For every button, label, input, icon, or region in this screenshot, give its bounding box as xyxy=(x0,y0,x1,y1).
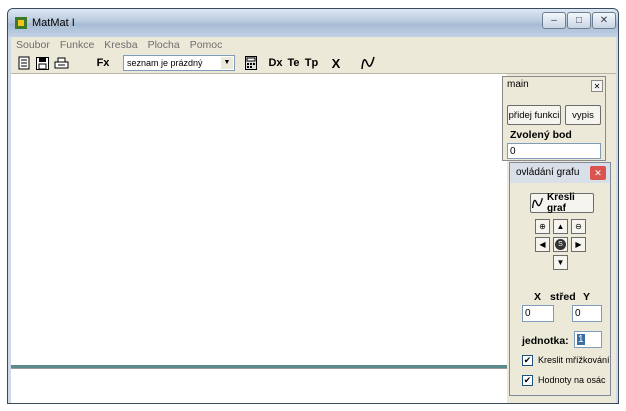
list-button[interactable]: vypis xyxy=(565,105,601,125)
checkmark-icon: ✔ xyxy=(523,355,532,365)
dx-label: Dx xyxy=(268,57,283,69)
close-button[interactable]: ✕ xyxy=(592,12,616,29)
main-panel: main ✕ přidej funkci vypis Zvolený bod 0 xyxy=(502,76,606,161)
draw-graph-label: Kresli graf xyxy=(547,192,575,214)
function-select-value: seznam je prázdný xyxy=(127,58,203,68)
graph-panel-title-bar[interactable]: ovládání grafu ✕ xyxy=(510,163,610,183)
minimize-button[interactable]: – xyxy=(542,12,566,29)
arrow-left-icon: ◀ xyxy=(539,240,546,249)
move-down-button[interactable]: ▼ xyxy=(553,255,568,270)
print-button[interactable] xyxy=(53,55,69,71)
title-bar[interactable]: MatMat I – □ ✕ xyxy=(8,9,618,37)
output-area[interactable] xyxy=(11,368,507,403)
close-icon: ✕ xyxy=(594,167,602,178)
tp-button[interactable]: Tp xyxy=(304,55,319,71)
y-label: Y xyxy=(583,291,591,303)
close-icon: ✕ xyxy=(593,81,601,91)
menu-kresba[interactable]: Kresba xyxy=(99,39,142,51)
graph-panel-close-button[interactable]: ✕ xyxy=(590,166,606,180)
calculator-icon xyxy=(245,56,257,70)
zoom-in-button[interactable]: ⊕ xyxy=(535,219,550,234)
menu-soubor[interactable]: Soubor xyxy=(11,39,55,51)
unit-label: jednotka: xyxy=(522,335,569,347)
main-panel-close-button[interactable]: ✕ xyxy=(591,80,603,92)
graph-control-panel: ovládání grafu ✕ Kresli graf ⊕ ▲ ⊖ ◀ S ▶… xyxy=(509,162,611,396)
zoom-out-icon: ⊖ xyxy=(575,222,582,231)
unit-value: 1 xyxy=(577,334,585,345)
maximize-icon: □ xyxy=(575,15,583,26)
fx-label: Fx xyxy=(96,57,110,69)
move-up-button[interactable]: ▲ xyxy=(553,219,568,234)
list-label: vypis xyxy=(572,109,594,121)
menu-plocha[interactable]: Plocha xyxy=(143,39,185,51)
axis-values-checkbox[interactable]: ✔ xyxy=(522,375,533,386)
move-right-button[interactable]: ▶ xyxy=(571,237,586,252)
graph-icon xyxy=(361,56,375,70)
center-x-input[interactable]: 0 xyxy=(522,305,554,322)
derivative-button[interactable]: Dx xyxy=(268,55,283,71)
main-panel-title: main xyxy=(507,79,529,90)
save-icon xyxy=(35,56,49,70)
center-icon: S xyxy=(555,239,566,250)
clear-button[interactable]: X xyxy=(329,55,343,71)
graph-canvas[interactable] xyxy=(11,74,507,365)
grid-checkbox[interactable]: ✔ xyxy=(522,355,533,366)
app-icon xyxy=(15,17,27,29)
new-file-button[interactable] xyxy=(17,55,31,71)
arrow-up-icon: ▲ xyxy=(556,222,565,231)
center-y-input[interactable]: 0 xyxy=(572,305,602,322)
menu-funkce[interactable]: Funkce xyxy=(55,39,99,51)
close-icon: ✕ xyxy=(599,15,609,26)
function-select[interactable]: seznam je prázdný ▼ xyxy=(123,55,235,71)
zoom-out-button[interactable]: ⊖ xyxy=(571,219,586,234)
selected-point-input[interactable]: 0 xyxy=(507,143,601,159)
unit-input[interactable]: 1 xyxy=(574,331,602,348)
draw-graph-button[interactable]: Kresli graf xyxy=(530,192,594,214)
center-button[interactable]: S xyxy=(553,237,568,252)
new-file-icon xyxy=(18,56,30,70)
graph-icon xyxy=(531,197,544,208)
add-function-label: přidej funkci xyxy=(508,109,560,121)
arrow-right-icon: ▶ xyxy=(575,240,582,249)
selected-point-label: Zvolený bod xyxy=(510,129,572,141)
arrow-down-icon: ▼ xyxy=(556,258,565,267)
center-label: střed xyxy=(550,291,576,303)
x-label: X xyxy=(534,291,542,303)
print-icon xyxy=(54,57,68,68)
calculator-button[interactable] xyxy=(244,55,258,71)
grid-checkbox-label: Kreslit mřížkování xyxy=(538,355,610,365)
maximize-button[interactable]: □ xyxy=(567,12,591,29)
axis-values-checkbox-label: Hodnoty na osác xyxy=(538,375,606,385)
zoom-in-icon: ⊕ xyxy=(539,222,546,231)
toolbar: Fx seznam je prázdný ▼ Dx Te Tp X xyxy=(11,52,616,74)
tp-label: Tp xyxy=(304,57,319,69)
chevron-down-icon[interactable]: ▼ xyxy=(221,57,233,69)
fx-button[interactable]: Fx xyxy=(95,55,111,71)
draw-graph-toolbar-button[interactable] xyxy=(359,55,377,71)
checkmark-icon: ✔ xyxy=(523,375,532,385)
window-title: MatMat I xyxy=(32,17,75,29)
save-button[interactable] xyxy=(35,55,49,71)
graph-panel-title: ovládání grafu xyxy=(516,167,580,178)
move-left-button[interactable]: ◀ xyxy=(535,237,550,252)
clear-label: X xyxy=(331,55,341,71)
menu-bar: Soubor Funkce Kresba Plocha Pomoc xyxy=(11,37,616,52)
menu-pomoc[interactable]: Pomoc xyxy=(185,39,228,51)
minimize-icon: – xyxy=(551,15,557,26)
te-label: Te xyxy=(287,57,300,69)
te-button[interactable]: Te xyxy=(286,55,301,71)
add-function-button[interactable]: přidej funkci xyxy=(507,105,561,125)
